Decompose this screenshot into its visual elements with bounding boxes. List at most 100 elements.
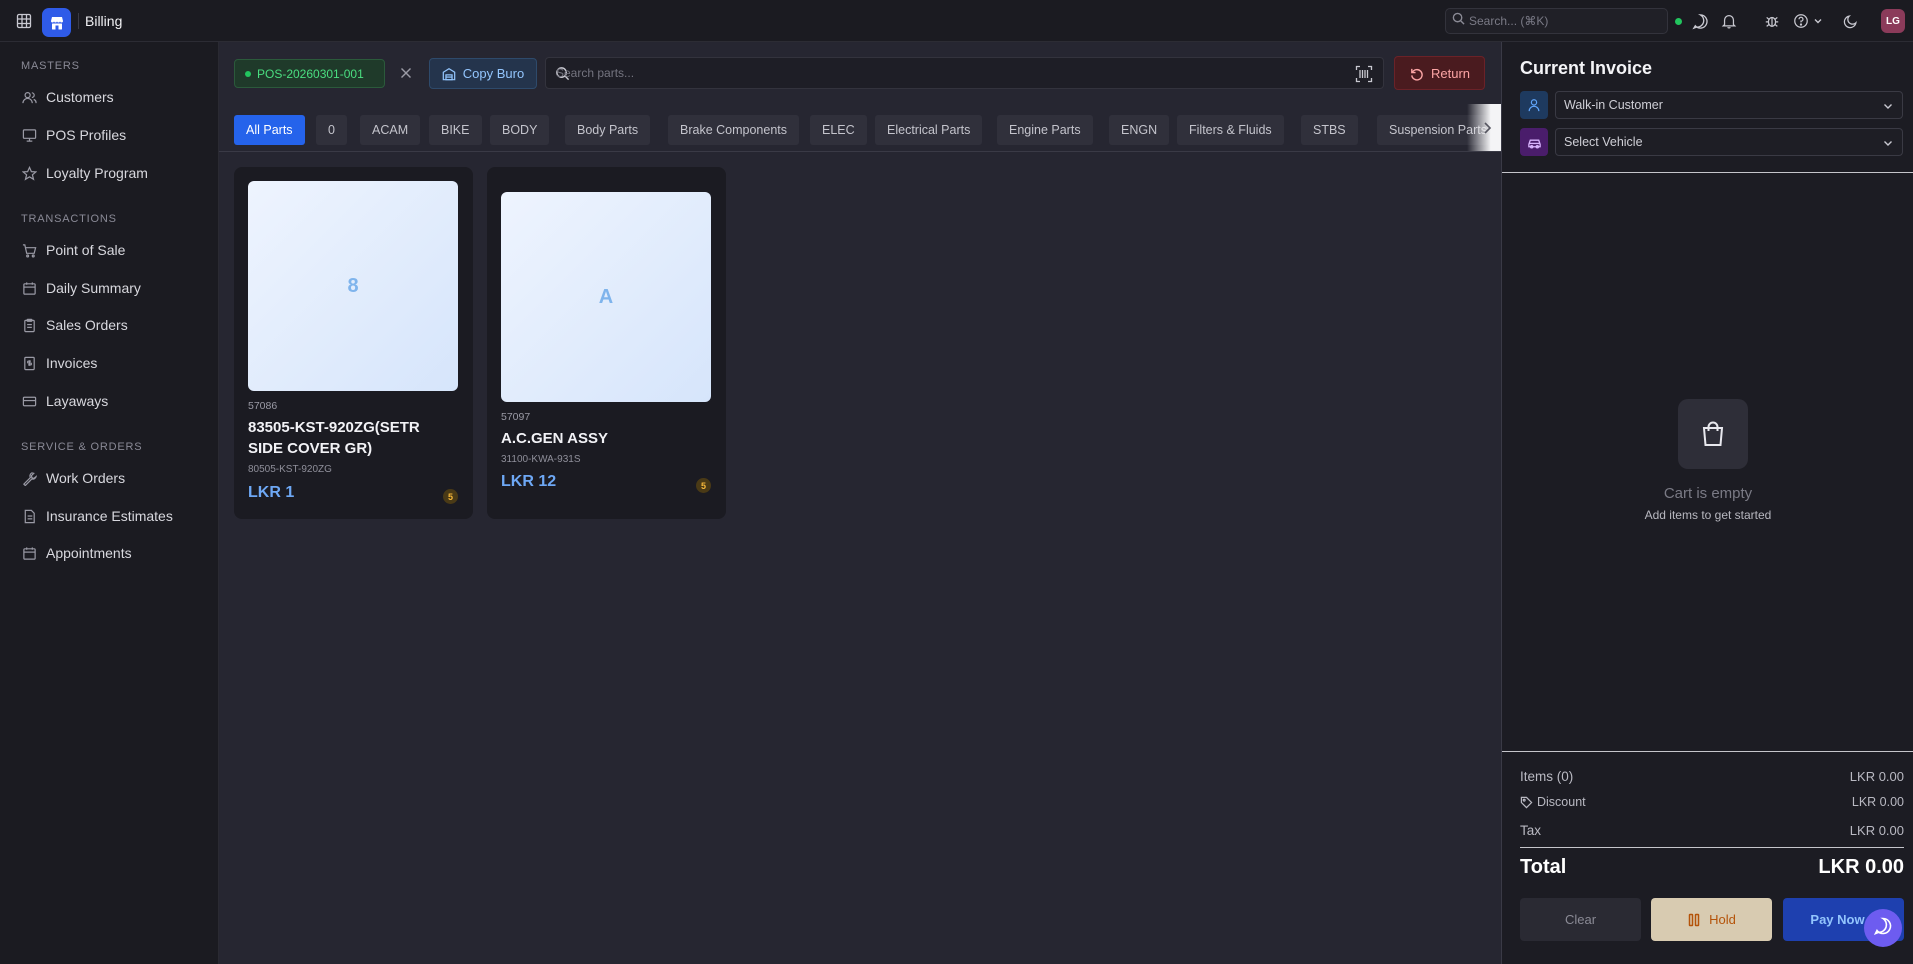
parts-search-input[interactable]: Search parts... (545, 57, 1384, 89)
category-tab[interactable]: Brake Components (668, 115, 800, 145)
category-tab[interactable]: BIKE (429, 115, 482, 145)
sidebar-item-label: Appointments (46, 545, 132, 561)
copy-buro-label: Copy Buro (462, 66, 525, 81)
users-icon (21, 89, 37, 105)
wrench-icon (21, 470, 37, 486)
support-chat-button[interactable] (1864, 909, 1902, 947)
cart-icon (21, 242, 37, 258)
product-price: LKR 12 (501, 473, 557, 490)
product-image: 8 (248, 181, 458, 391)
invoice-title: Current Invoice (1520, 58, 1653, 78)
global-search-input[interactable]: Search... (⌘K) (1445, 8, 1668, 34)
shopping-bag-icon (1678, 399, 1748, 469)
sidebar-item-label: Layaways (46, 393, 109, 409)
chevron-down-icon[interactable] (1809, 12, 1827, 30)
bell-icon[interactable] (1720, 12, 1738, 30)
category-tab-all-parts[interactable]: All Parts (234, 115, 305, 145)
sidebar-item-customers[interactable]: Customers (21, 82, 211, 112)
star-icon (21, 165, 37, 181)
monitor-icon (21, 127, 37, 143)
discount-row[interactable]: Discount LKR 0.00 (1520, 795, 1904, 809)
moon-icon[interactable] (1842, 12, 1860, 30)
clipboard-icon (21, 317, 37, 333)
total-label: Total (1520, 856, 1567, 878)
sidebar-item-loyalty-program[interactable]: Loyalty Program (21, 158, 211, 188)
category-tab[interactable]: BODY (490, 115, 550, 145)
pos-session-chip[interactable]: POS-20260301-001 (234, 59, 385, 88)
category-tab[interactable]: ENGN (1109, 115, 1170, 145)
user-icon (1520, 91, 1548, 119)
cart-empty-title: Cart is empty (1663, 485, 1753, 502)
category-tab[interactable]: STBS (1301, 115, 1358, 145)
sidebar-item-appointments[interactable]: Appointments (21, 538, 211, 568)
category-tab[interactable]: Body Parts (565, 115, 651, 145)
barcode-scan-icon[interactable] (1355, 65, 1373, 83)
product-card[interactable]: A 57097 A.C.GEN ASSY 31100-KWA-931S LKR … (487, 167, 726, 519)
car-icon (1520, 128, 1548, 156)
items-count-label: Items (0) (1520, 769, 1574, 784)
sidebar-item-insurance-estimates[interactable]: Insurance Estimates (21, 501, 211, 531)
pause-icon (1687, 913, 1701, 927)
product-card[interactable]: 8 57086 83505-KST-920ZG(SETR SIDE COVER … (234, 167, 473, 519)
help-icon[interactable] (1792, 12, 1810, 30)
sidebar-item-invoices[interactable]: Invoices (21, 348, 211, 378)
category-tab[interactable]: 0 (316, 115, 347, 145)
product-name: A.C.GEN ASSY (501, 430, 608, 447)
category-tab[interactable]: ELEC (810, 115, 867, 145)
product-sku: 31100-KWA-931S (501, 454, 581, 465)
bug-icon[interactable] (1763, 12, 1781, 30)
pos-session-id: POS-20260301-001 (257, 66, 364, 81)
undo-icon (1409, 66, 1424, 81)
hold-button[interactable]: Hold (1651, 898, 1772, 941)
sidebar: MASTERS Customers POS Profiles Loyalty P… (0, 42, 219, 964)
sidebar-item-daily-summary[interactable]: Daily Summary (21, 273, 211, 303)
vehicle-select[interactable]: Select Vehicle (1555, 128, 1903, 156)
sidebar-item-label: Daily Summary (46, 280, 141, 296)
customer-select[interactable]: Walk-in Customer (1555, 91, 1903, 119)
document-icon (21, 508, 37, 524)
sidebar-item-label: Invoices (46, 355, 98, 371)
invoice-header-divider (1502, 172, 1913, 173)
sidebar-item-label: Customers (46, 89, 114, 105)
vehicle-selector-row: Select Vehicle (1520, 128, 1904, 156)
items-count-row: Items (0) LKR 0.00 (1520, 769, 1904, 784)
title-divider (78, 13, 79, 29)
store-logo-icon[interactable] (42, 8, 71, 37)
sidebar-item-label: Loyalty Program (46, 165, 148, 181)
return-button[interactable]: Return (1394, 56, 1485, 90)
sidebar-item-sales-orders[interactable]: Sales Orders (21, 310, 211, 340)
customer-select-value: Walk-in Customer (1564, 98, 1663, 112)
current-invoice-panel: Current Invoice Walk-in Customer Select … (1501, 42, 1913, 964)
vehicle-select-placeholder: Select Vehicle (1564, 135, 1643, 149)
category-tab[interactable]: Engine Parts (997, 115, 1093, 145)
category-tab[interactable]: ACAM (360, 115, 421, 145)
tax-value: LKR 0.00 (1849, 823, 1904, 838)
sidebar-item-label: POS Profiles (46, 127, 127, 143)
close-icon[interactable] (398, 65, 414, 81)
user-avatar[interactable]: LG (1881, 9, 1905, 33)
chevron-down-icon (1882, 137, 1894, 149)
sidebar-item-pos-profiles[interactable]: POS Profiles (21, 120, 211, 150)
chevron-right-icon[interactable] (1481, 121, 1493, 135)
copy-buro-button[interactable]: Copy Buro (429, 58, 537, 89)
sidebar-item-label: Work Orders (46, 470, 126, 486)
online-status-indicator (1675, 18, 1682, 25)
sidebar-item-work-orders[interactable]: Work Orders (21, 463, 211, 493)
sidebar-item-layaways[interactable]: Layaways (21, 386, 211, 416)
tax-label: Tax (1520, 823, 1542, 838)
total-divider (1520, 847, 1904, 848)
pos-main-panel: POS-20260301-001 Copy Buro Search parts.… (219, 42, 1501, 964)
category-tab[interactable]: Filters & Fluids (1177, 115, 1284, 145)
grid-icon[interactable] (16, 13, 32, 29)
total-row: Total LKR 0.00 (1520, 856, 1904, 879)
parts-search-placeholder: Search parts... (556, 66, 635, 80)
category-tab[interactable]: Electrical Parts (875, 115, 983, 145)
chat-icon[interactable] (1691, 12, 1709, 30)
tag-icon (1520, 796, 1533, 809)
calendar-icon (21, 545, 37, 561)
pos-toolbar: POS-20260301-001 Copy Buro Search parts.… (219, 42, 1501, 104)
discount-label: Discount (1537, 795, 1586, 809)
clear-button[interactable]: Clear (1520, 898, 1641, 941)
sidebar-item-point-of-sale[interactable]: Point of Sale (21, 235, 211, 265)
product-sku: 80505-KST-920ZG (248, 464, 332, 475)
